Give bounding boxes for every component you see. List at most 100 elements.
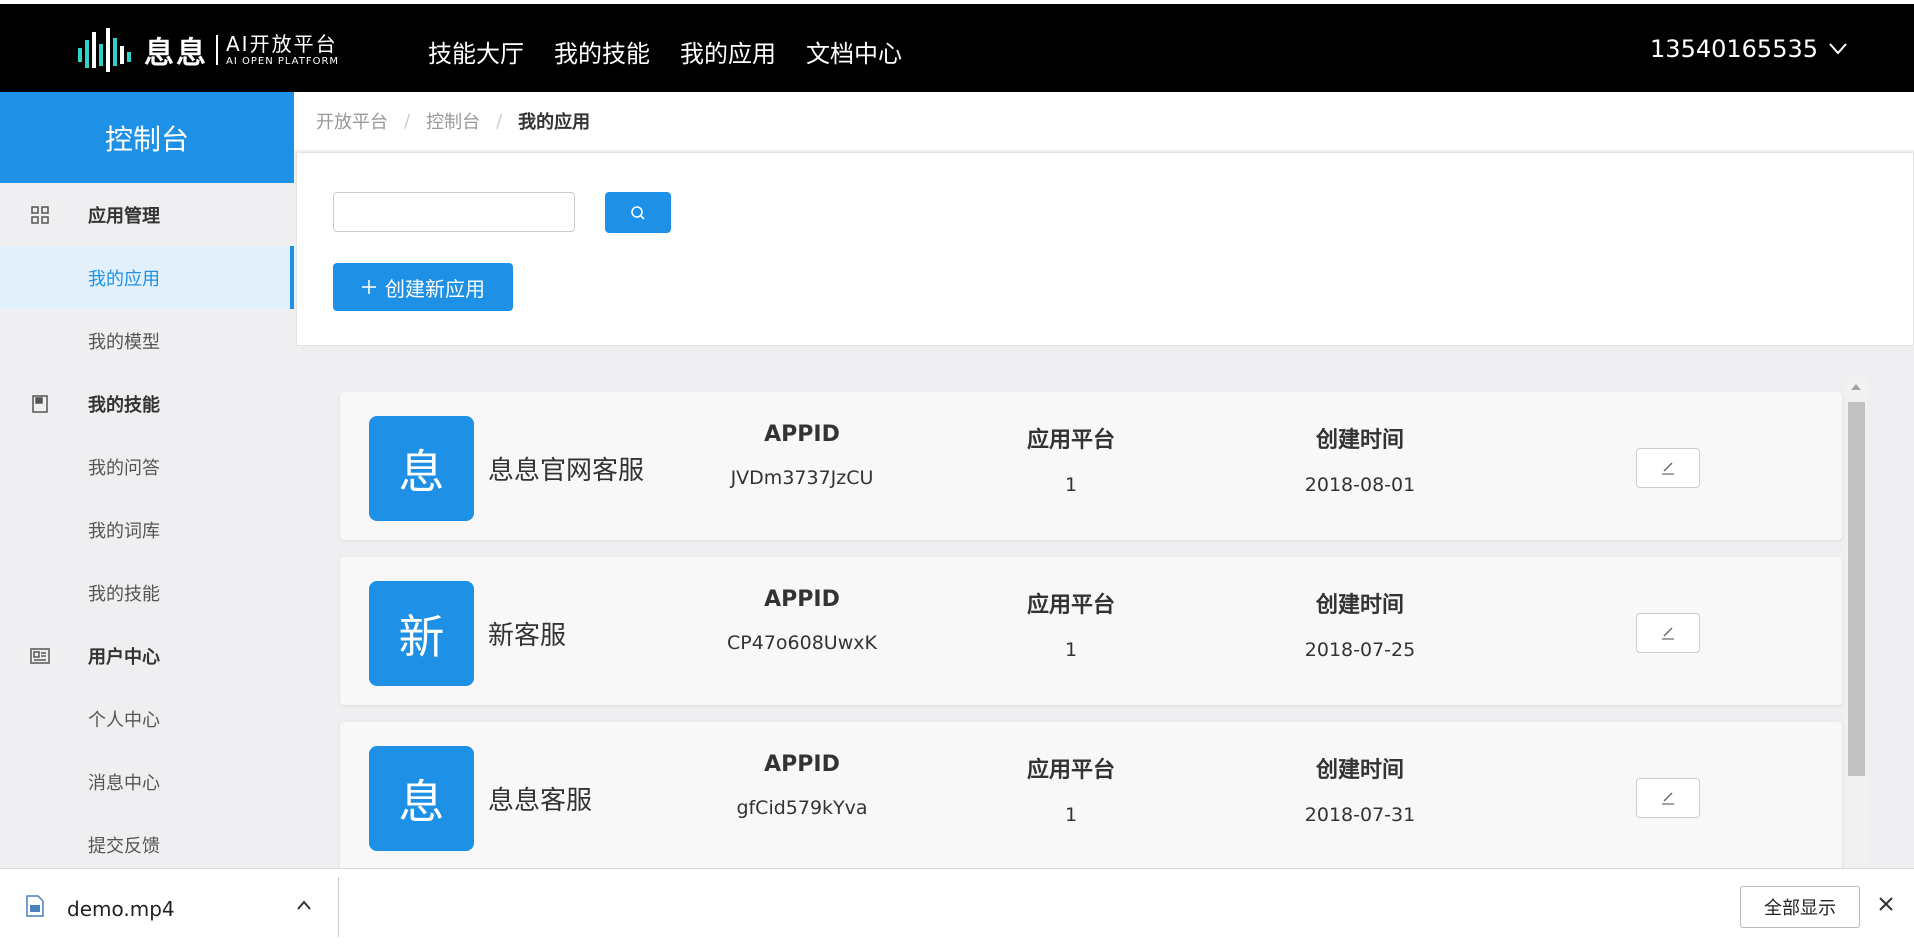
- logo-divider: [216, 35, 218, 65]
- logo-subtitle: AI开放平台 AI OPEN PLATFORM: [226, 34, 339, 67]
- appid-header: APPID: [764, 422, 840, 447]
- logo-subtitle-cn: AI开放平台: [226, 31, 338, 56]
- edit-icon: [1662, 462, 1674, 475]
- platform-value: 1: [1064, 804, 1078, 826]
- sidebar: 控制台 应用管理 我的应用 我的模型 我的技能 我的问答 我的词库 我的技能 用…: [0, 92, 294, 868]
- logo-waveform-icon: [78, 28, 131, 72]
- edit-icon: [1662, 792, 1674, 805]
- created-column: 创建时间 2018-07-31: [1240, 752, 1480, 826]
- nav-my-skills[interactable]: 我的技能: [554, 34, 650, 69]
- app-card[interactable]: 新 新客服 APPID CP47o608UwxK 应用平台 1 创建时间 201…: [340, 557, 1842, 705]
- app-name: 息息官网客服: [488, 456, 645, 486]
- id-card-icon: [30, 646, 50, 666]
- scroll-up-arrow-icon[interactable]: [1851, 384, 1861, 390]
- breadcrumb-current: 我的应用: [518, 112, 591, 133]
- appid-column: APPID CP47o608UwxK: [682, 587, 922, 654]
- platform-value: 1: [1064, 474, 1078, 496]
- edit-button[interactable]: [1636, 778, 1700, 818]
- app-card[interactable]: 息 息息客服 APPID gfCid579kYva 应用平台 1 创建时间 20…: [340, 722, 1842, 870]
- search-icon: [631, 205, 645, 220]
- sidebar-item-my-lexicon[interactable]: 我的词库: [0, 498, 294, 561]
- app-avatar: 息: [369, 746, 474, 851]
- app-name: 息息客服: [488, 786, 593, 816]
- sidebar-item-my-skills[interactable]: 我的技能: [0, 561, 294, 624]
- sidebar-group-label: 用户中心: [88, 646, 160, 668]
- app-avatar: 息: [369, 416, 474, 521]
- chevron-up-icon[interactable]: [296, 899, 312, 911]
- download-file-name[interactable]: demo.mp4: [67, 897, 175, 921]
- sidebar-group-label: 应用管理: [88, 205, 160, 227]
- created-value: 2018-07-31: [1304, 804, 1416, 826]
- platform-header: 应用平台: [1026, 593, 1115, 618]
- appid-value: gfCid579kYva: [736, 797, 868, 819]
- breadcrumb-separator: /: [496, 110, 503, 132]
- search-input[interactable]: [333, 192, 575, 232]
- platform-value: 1: [1064, 639, 1078, 661]
- list-scrollbar[interactable]: [1846, 378, 1867, 868]
- platform-column: 应用平台 1: [951, 752, 1191, 826]
- video-file-icon: [26, 895, 44, 917]
- appid-header: APPID: [764, 752, 840, 777]
- sidebar-group-label: 我的技能: [88, 394, 160, 416]
- sidebar-group-app-management[interactable]: 应用管理: [0, 183, 294, 246]
- chevron-down-icon: [1829, 43, 1847, 55]
- app-avatar: 新: [369, 581, 474, 686]
- close-icon[interactable]: [1877, 895, 1895, 913]
- platform-column: 应用平台 1: [951, 587, 1191, 661]
- user-menu[interactable]: 13540165535: [1650, 35, 1848, 63]
- plus-icon: [362, 280, 376, 294]
- sidebar-group-my-skills[interactable]: 我的技能: [0, 372, 294, 435]
- toolbar-panel: 创建新应用: [296, 152, 1914, 346]
- main-nav: 技能大厅 我的技能 我的应用 文档中心: [428, 34, 902, 69]
- created-header: 创建时间: [1315, 758, 1404, 783]
- appid-header: APPID: [764, 587, 840, 612]
- show-all-button[interactable]: 全部显示: [1740, 886, 1860, 928]
- breadcrumb-open-platform[interactable]: 开放平台: [316, 108, 388, 134]
- sidebar-item-message-center[interactable]: 消息中心: [0, 750, 294, 813]
- book-icon: [30, 394, 50, 414]
- created-header: 创建时间: [1315, 593, 1404, 618]
- edit-button[interactable]: [1636, 448, 1700, 488]
- appid-column: APPID JVDm3737JzCU: [682, 422, 922, 489]
- sidebar-title: 控制台: [0, 92, 294, 183]
- logo-subtitle-en: AI OPEN PLATFORM: [226, 55, 340, 67]
- created-header: 创建时间: [1315, 428, 1404, 453]
- breadcrumb-separator: /: [404, 110, 411, 132]
- create-app-label: 创建新应用: [385, 276, 485, 301]
- download-bar: demo.mp4 全部显示: [0, 868, 1914, 944]
- appid-column: APPID gfCid579kYva: [682, 752, 922, 819]
- edit-button[interactable]: [1636, 613, 1700, 653]
- breadcrumb: 开放平台 / 控制台 / 我的应用: [294, 92, 1914, 150]
- search-button[interactable]: [605, 192, 671, 233]
- download-divider: [338, 877, 339, 937]
- app-card[interactable]: 息 息息官网客服 APPID JVDm3737JzCU 应用平台 1 创建时间 …: [340, 392, 1842, 540]
- top-navbar: 息息 AI开放平台 AI OPEN PLATFORM 技能大厅 我的技能 我的应…: [0, 4, 1914, 92]
- sidebar-group-user-center[interactable]: 用户中心: [0, 624, 294, 687]
- sidebar-item-my-models[interactable]: 我的模型: [0, 309, 294, 372]
- appid-value: CP47o608UwxK: [727, 632, 877, 654]
- platform-header: 应用平台: [1026, 758, 1115, 783]
- sidebar-item-feedback[interactable]: 提交反馈: [0, 813, 294, 876]
- created-column: 创建时间 2018-07-25: [1240, 587, 1480, 661]
- sidebar-item-personal-center[interactable]: 个人中心: [0, 687, 294, 750]
- sidebar-item-my-apps[interactable]: 我的应用: [0, 246, 294, 309]
- appid-value: JVDm3737JzCU: [730, 467, 874, 489]
- user-account: 13540165535: [1650, 35, 1818, 63]
- created-column: 创建时间 2018-08-01: [1240, 422, 1480, 496]
- platform-header: 应用平台: [1026, 428, 1115, 453]
- platform-column: 应用平台 1: [951, 422, 1191, 496]
- scrollbar-thumb[interactable]: [1848, 402, 1865, 776]
- app-name: 新客服: [488, 621, 567, 651]
- nav-my-apps[interactable]: 我的应用: [680, 34, 776, 69]
- created-value: 2018-08-01: [1304, 474, 1416, 496]
- created-value: 2018-07-25: [1304, 639, 1416, 661]
- breadcrumb-console[interactable]: 控制台: [426, 108, 480, 134]
- edit-icon: [1662, 627, 1674, 640]
- grid-icon: [30, 205, 50, 225]
- logo-brand: 息息: [144, 36, 208, 71]
- logo[interactable]: 息息 AI开放平台 AI OPEN PLATFORM: [76, 26, 339, 74]
- nav-docs[interactable]: 文档中心: [806, 34, 902, 69]
- nav-skill-hall[interactable]: 技能大厅: [428, 34, 524, 69]
- sidebar-item-my-qa[interactable]: 我的问答: [0, 435, 294, 498]
- create-app-button[interactable]: 创建新应用: [333, 263, 513, 311]
